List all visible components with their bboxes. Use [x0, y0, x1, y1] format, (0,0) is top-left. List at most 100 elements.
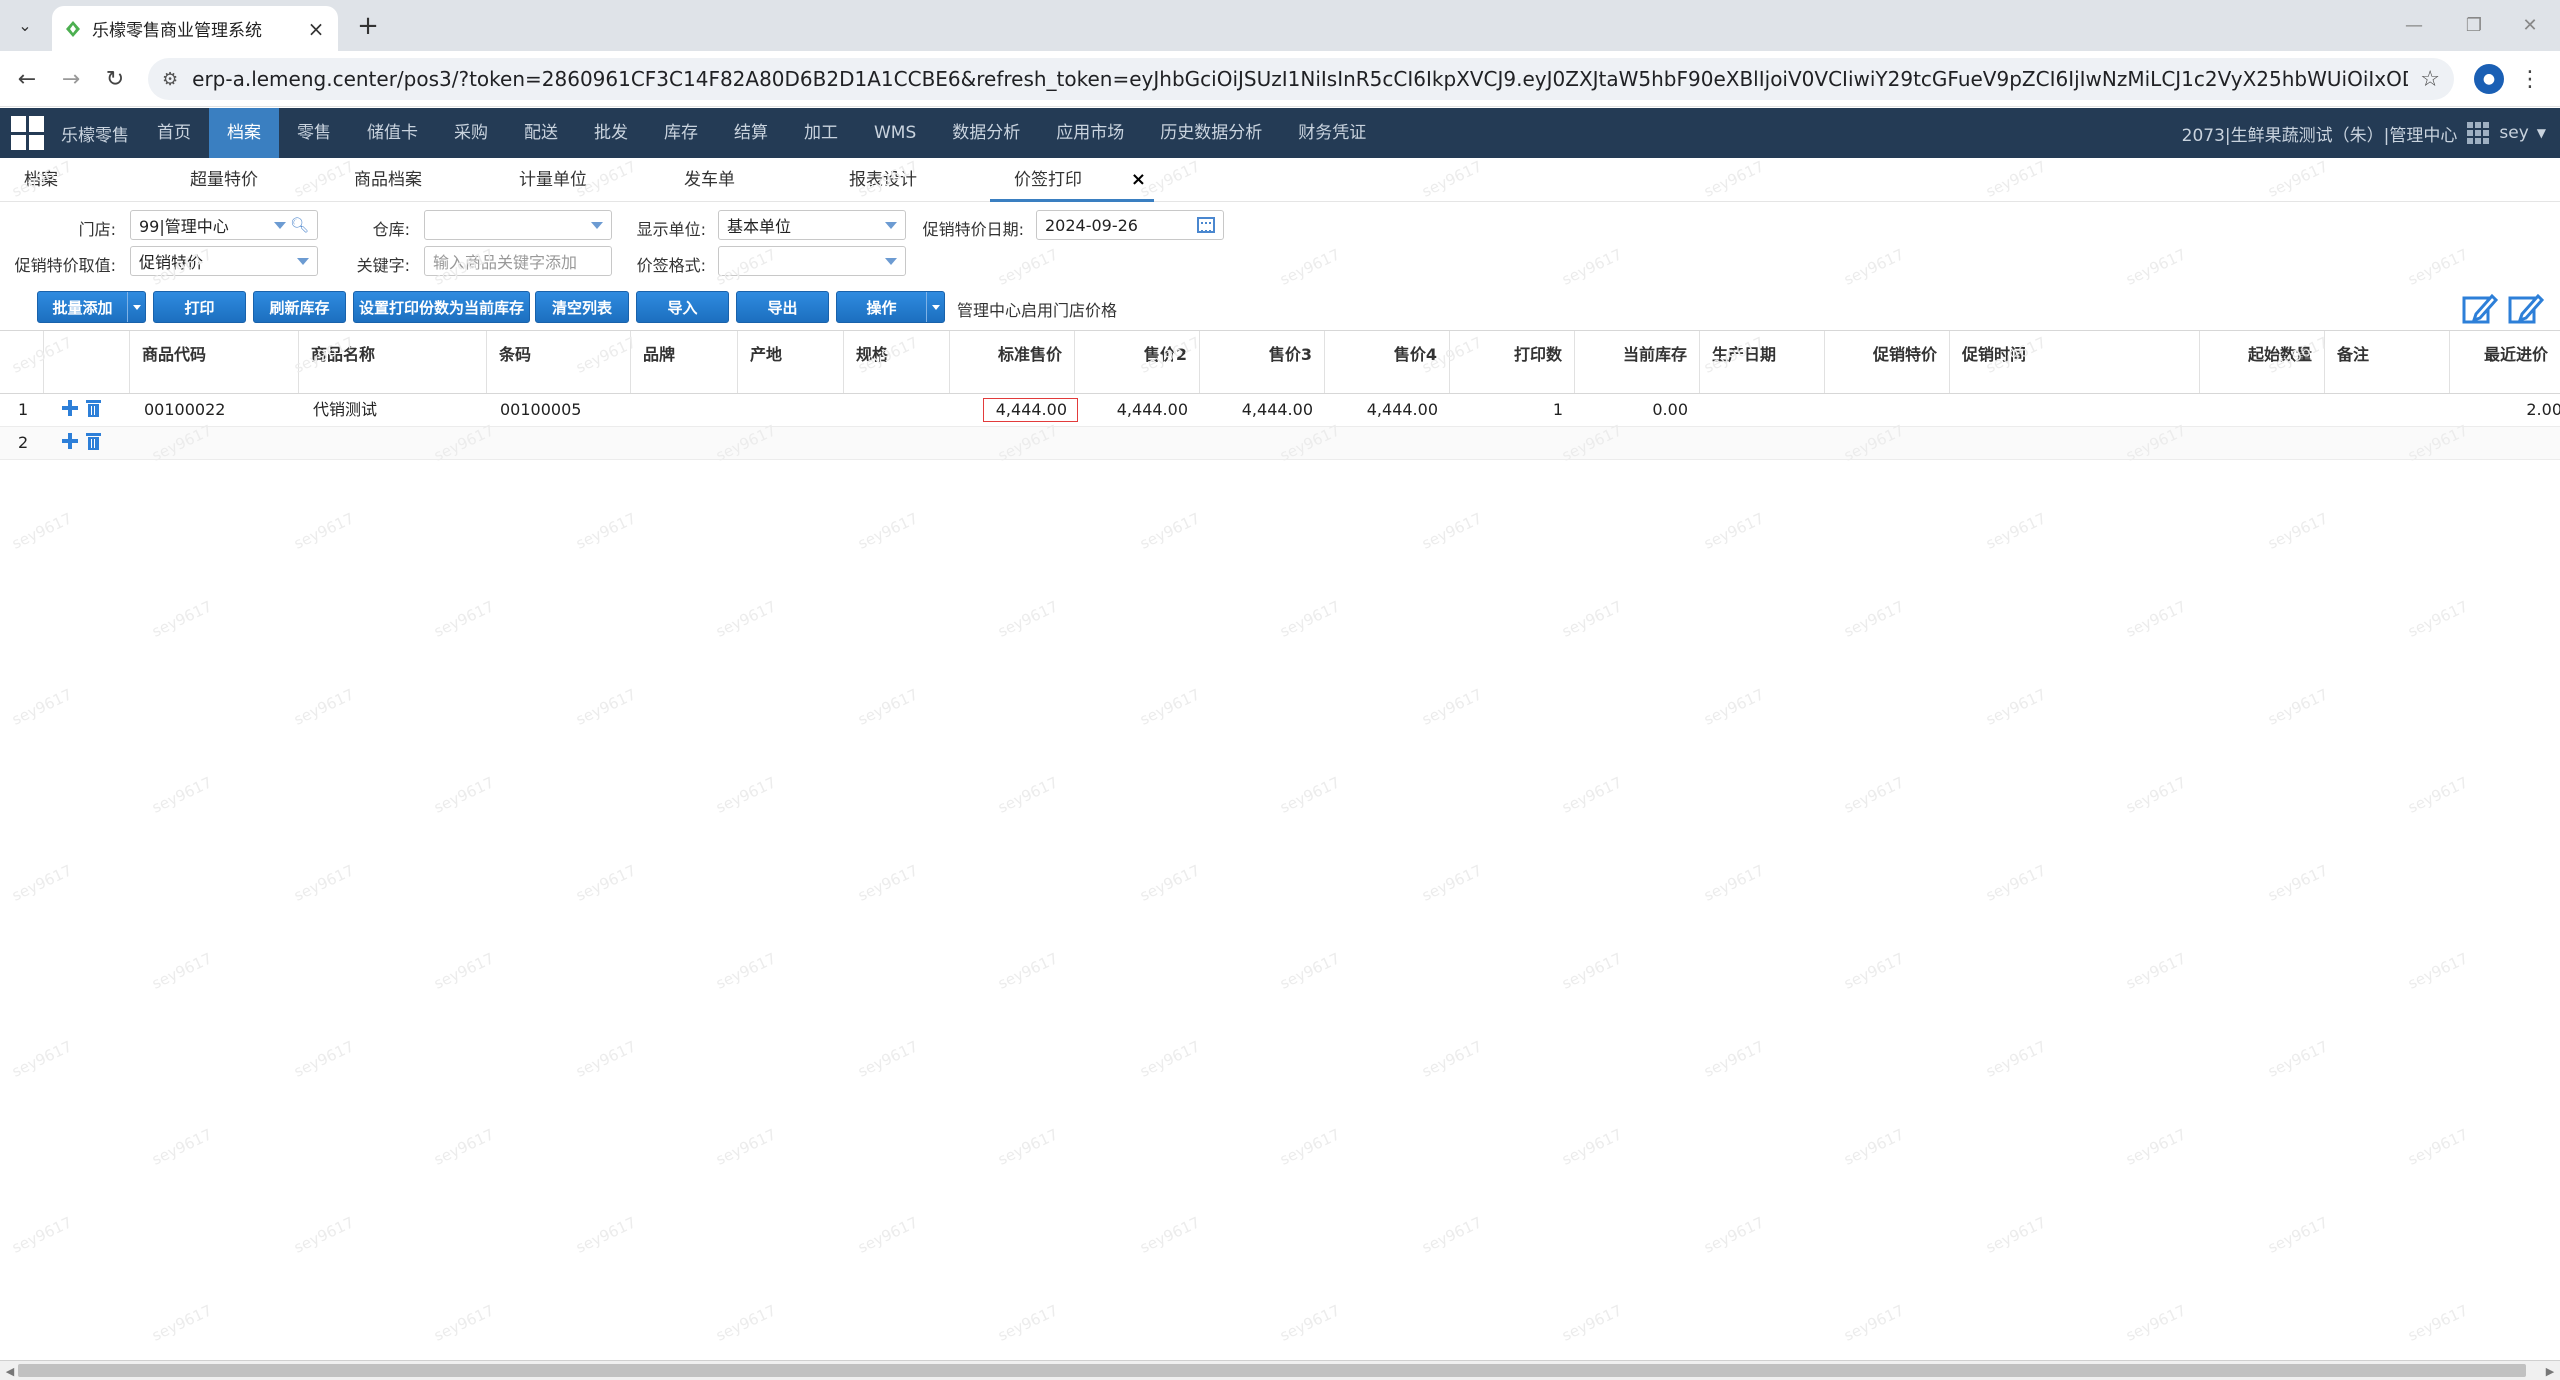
reload-icon[interactable]: ↻ — [100, 64, 130, 94]
header-origin[interactable]: 产地 — [738, 331, 844, 393]
subtab-excess-special[interactable]: 超量特价 — [190, 158, 258, 202]
nav-data-analysis[interactable]: 数据分析 — [934, 108, 1038, 158]
delete-row-icon[interactable] — [86, 400, 101, 417]
delete-row-icon[interactable] — [86, 433, 101, 450]
scroll-left-icon[interactable]: ◀ — [2, 1363, 18, 1379]
cell-price2[interactable]: 4,444.00 — [1075, 394, 1188, 426]
apps-grid-icon[interactable] — [2467, 122, 2490, 144]
forward-arrow-icon[interactable]: → — [56, 64, 86, 94]
subtab-measure-unit[interactable]: 计量单位 — [519, 158, 587, 202]
nav-delivery[interactable]: 配送 — [506, 108, 576, 158]
cell-price4[interactable]: 4,444.00 — [1325, 394, 1438, 426]
export-button[interactable]: 导出 — [736, 291, 829, 323]
import-button[interactable]: 导入 — [636, 291, 729, 323]
browser-menu-icon[interactable]: ⋮ — [2518, 64, 2542, 94]
promo-date-field[interactable]: 2024-09-26 — [1036, 210, 1224, 240]
user-menu-chevron-icon[interactable]: ▼ — [2537, 126, 2546, 140]
nav-wms[interactable]: WMS — [856, 108, 934, 158]
cell-product-name[interactable]: 代销测试 — [313, 394, 377, 426]
clear-list-button[interactable]: 清空列表 — [535, 291, 629, 323]
header-last-cost[interactable]: 最近进价 — [2450, 331, 2560, 393]
nav-history-analysis[interactable]: 历史数据分析 — [1142, 108, 1280, 158]
add-row-icon[interactable] — [62, 433, 78, 449]
close-window-icon[interactable]: ✕ — [2510, 10, 2550, 40]
calendar-icon[interactable] — [1197, 217, 1215, 233]
header-price3[interactable]: 售价3 — [1200, 331, 1325, 393]
operation-dropdown-icon[interactable] — [926, 292, 944, 322]
nav-wholesale[interactable]: 批发 — [576, 108, 646, 158]
nav-retail[interactable]: 零售 — [279, 108, 349, 158]
tab-search-button[interactable]: ⌄ — [10, 10, 40, 40]
grid-header: 商品代码 商品名称 条码 品牌 产地 规格 标准售价 售价2 售价3 售价4 打… — [0, 330, 2560, 394]
subtab-bar: 档案 超量特价 商品档案 计量单位 发车单 报表设计 价签打印 × — [0, 158, 2560, 202]
cell-product-code[interactable]: 00100022 — [144, 394, 225, 426]
profile-avatar-icon[interactable]: ● — [2474, 64, 2504, 94]
scroll-right-icon[interactable]: ▶ — [2542, 1363, 2558, 1379]
site-info-icon[interactable]: ⚙ — [162, 69, 178, 90]
subtab-price-label-print[interactable]: 价签打印 × — [990, 158, 1154, 202]
print-button[interactable]: 打印 — [153, 291, 246, 323]
bookmark-star-icon[interactable]: ☆ — [2420, 67, 2440, 92]
cell-barcode[interactable]: 00100005 — [500, 394, 581, 426]
back-arrow-icon[interactable]: ← — [12, 64, 42, 94]
nav-processing[interactable]: 加工 — [786, 108, 856, 158]
cell-std-price-editing[interactable]: 4,444.00 — [983, 398, 1078, 422]
scrollbar-thumb[interactable] — [18, 1364, 2526, 1377]
nav-home[interactable]: 首页 — [139, 108, 209, 158]
nav-finance-voucher[interactable]: 财务凭证 — [1280, 108, 1384, 158]
table-row[interactable]: 1 00100022 代销测试 00100005 4,444.00 4,444.… — [0, 394, 2560, 427]
subtab-product-archive[interactable]: 商品档案 — [354, 158, 422, 202]
set-print-qty-button[interactable]: 设置打印份数为当前库存 — [353, 291, 530, 323]
batch-add-label: 批量添加 — [52, 298, 113, 317]
operation-button[interactable]: 操作 — [836, 291, 945, 323]
nav-stored-value-card[interactable]: 储值卡 — [349, 108, 436, 158]
close-tab-icon[interactable]: × — [304, 17, 328, 41]
new-tab-button[interactable]: + — [352, 10, 384, 42]
nav-archive[interactable]: 档案 — [209, 108, 279, 158]
watermark-text: sey9617 — [2123, 1125, 2189, 1169]
watermark-text: sey9617 — [2265, 509, 2331, 553]
watermark-text: sey9617 — [1841, 1125, 1907, 1169]
cell-current-stock[interactable]: 0.00 — [1575, 394, 1688, 426]
display-unit-select[interactable]: 基本单位 — [718, 210, 906, 240]
header-product-code[interactable]: 商品代码 — [130, 331, 299, 393]
watermark-text: sey9617 — [2123, 773, 2189, 817]
refresh-stock-button[interactable]: 刷新库存 — [253, 291, 346, 323]
user-name[interactable]: sey — [2499, 123, 2528, 143]
edit-icon[interactable] — [2462, 292, 2498, 326]
warehouse-select[interactable] — [424, 210, 612, 240]
nav-settlement[interactable]: 结算 — [716, 108, 786, 158]
restore-window-icon[interactable]: ❐ — [2454, 10, 2494, 40]
header-std-price[interactable]: 标准售价 — [950, 331, 1075, 393]
cell-print-qty[interactable]: 1 — [1450, 394, 1563, 426]
cell-last-cost[interactable]: 2.00 — [2450, 394, 2560, 426]
url-text[interactable]: erp-a.lemeng.center/pos3/?token=2860961C… — [192, 67, 2408, 91]
minimize-window-icon[interactable]: — — [2394, 10, 2434, 40]
account-info[interactable]: 2073|生鲜果蔬测试（朱）|管理中心 — [2182, 121, 2458, 146]
watermark-text: sey9617 — [1701, 861, 1767, 905]
header-current-stock[interactable]: 当前库存 — [1575, 331, 1700, 393]
app-grid-logo-icon[interactable] — [11, 116, 45, 150]
subtab-dispatch-order[interactable]: 发车单 — [684, 158, 735, 202]
header-promo-price[interactable]: 促销特价 — [1825, 331, 1950, 393]
batch-add-button[interactable]: 批量添加 — [37, 291, 146, 323]
search-icon[interactable]: 🔍︎ — [290, 216, 309, 234]
nav-inventory[interactable]: 库存 — [646, 108, 716, 158]
nav-purchase[interactable]: 采购 — [436, 108, 506, 158]
nav-app-market[interactable]: 应用市场 — [1038, 108, 1142, 158]
add-row-icon[interactable] — [62, 400, 78, 416]
horizontal-scrollbar[interactable]: ◀ ▶ — [0, 1360, 2560, 1380]
edit-all-icon[interactable] — [2508, 292, 2544, 326]
address-bar[interactable]: ⚙ erp-a.lemeng.center/pos3/?token=286096… — [148, 58, 2454, 100]
header-remark[interactable]: 备注 — [2325, 331, 2450, 393]
store-select[interactable]: 99|管理中心 🔍︎ — [130, 210, 318, 240]
watermark-text: sey9617 — [1277, 245, 1343, 289]
batch-add-dropdown-icon[interactable] — [127, 292, 145, 322]
watermark-text: sey9617 — [1559, 773, 1625, 817]
browser-tab[interactable]: 乐檬零售商业管理系统 × — [52, 6, 338, 51]
cell-price3[interactable]: 4,444.00 — [1200, 394, 1313, 426]
header-brand[interactable]: 品牌 — [631, 331, 738, 393]
watermark-text: sey9617 — [9, 1037, 75, 1081]
label-format-label: 价签格式: — [636, 256, 706, 275]
app-brand[interactable]: 乐檬零售 — [61, 121, 129, 146]
